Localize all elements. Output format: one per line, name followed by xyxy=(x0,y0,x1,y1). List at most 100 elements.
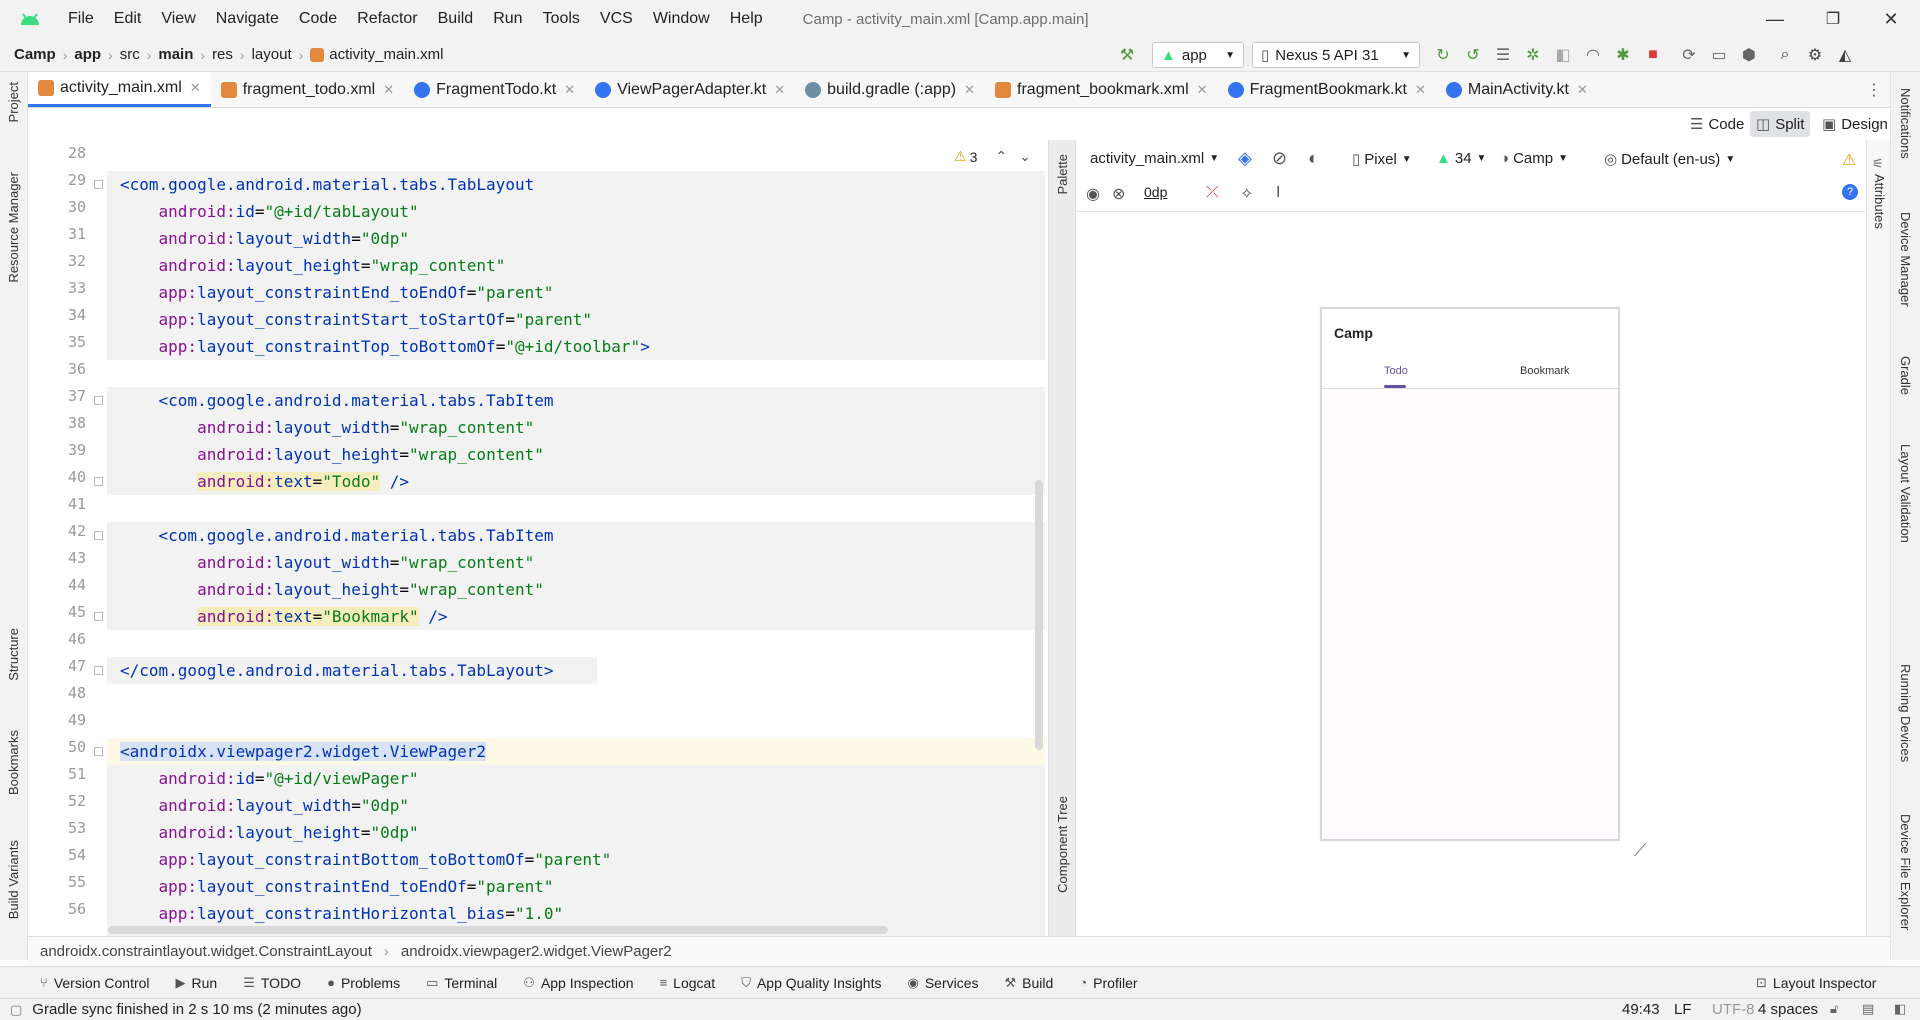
menu-run[interactable]: Run xyxy=(483,10,532,28)
layout-file-dropdown[interactable]: activity_main.xml ▼ xyxy=(1090,150,1219,167)
menu-window[interactable]: Window xyxy=(643,10,720,28)
run-config-dropdown[interactable]: ▲ app ▼ xyxy=(1152,42,1244,68)
menu-edit[interactable]: Edit xyxy=(104,10,152,28)
inspection-profile-icon[interactable]: ▤ xyxy=(1862,1001,1874,1017)
memory-icon[interactable]: ◧ xyxy=(1894,1001,1906,1017)
attach-process-icon[interactable]: ✱ xyxy=(1612,44,1634,66)
project-tool-button[interactable]: Project xyxy=(6,82,21,122)
orientation-icon[interactable]: ⊘ xyxy=(1272,148,1287,169)
tab-build-gradle[interactable]: build.gradle (:app) ✕ xyxy=(795,72,985,107)
device-file-explorer-tool-button[interactable]: Device File Explorer xyxy=(1898,814,1913,930)
updates-icon[interactable]: ◭ xyxy=(1834,44,1856,66)
phone-preview[interactable]: Camp Todo Bookmark xyxy=(1320,307,1620,841)
preview-tab-bookmark[interactable]: Bookmark xyxy=(1520,365,1570,377)
close-tab-icon[interactable]: ✕ xyxy=(1415,82,1426,98)
close-tab-icon[interactable]: ✕ xyxy=(383,82,394,98)
api-level-dropdown[interactable]: ▲ 34 ▼ xyxy=(1436,150,1486,167)
menu-tools[interactable]: Tools xyxy=(533,10,590,28)
debug-icon[interactable]: ✲ xyxy=(1522,44,1544,66)
attach-debugger-icon[interactable]: ◧ xyxy=(1552,44,1574,66)
tab-main-activity[interactable]: MainActivity.kt ✕ xyxy=(1436,72,1598,107)
vertical-scrollbar[interactable] xyxy=(1035,480,1043,750)
sync-list-icon[interactable]: ☰ xyxy=(1492,44,1514,66)
resource-manager-tool-button[interactable]: Resource Manager xyxy=(6,172,21,283)
crumb-src[interactable]: src xyxy=(120,46,140,63)
component-tree-tool-button[interactable]: Component Tree xyxy=(1055,796,1070,893)
menu-code[interactable]: Code xyxy=(289,10,347,28)
device-manager-icon[interactable]: ▭ xyxy=(1708,44,1730,66)
build-variants-tool-button[interactable]: Build Variants xyxy=(6,840,21,919)
fold-marker-icon[interactable] xyxy=(94,747,103,756)
caret-position[interactable]: 49:43 xyxy=(1622,1001,1660,1018)
eye-icon[interactable]: ◉ xyxy=(1086,184,1100,204)
crumb-res[interactable]: res xyxy=(212,46,233,63)
menu-vcs[interactable]: VCS xyxy=(590,10,643,28)
magnet-off-icon[interactable]: ⊗ xyxy=(1112,184,1125,204)
layout-validation-tool-button[interactable]: Layout Validation xyxy=(1898,444,1913,543)
menu-file[interactable]: File xyxy=(58,10,104,28)
crumb-project[interactable]: Camp xyxy=(14,46,56,63)
build-tool-button[interactable]: ⚒ Build xyxy=(1005,975,1054,991)
close-tab-icon[interactable]: ✕ xyxy=(1577,82,1588,98)
menu-navigate[interactable]: Navigate xyxy=(206,10,289,28)
device-preview-dropdown[interactable]: ▯ Pixel ▼ xyxy=(1352,150,1412,169)
fold-marker-icon[interactable] xyxy=(94,180,103,189)
gradle-tool-button[interactable]: Gradle xyxy=(1898,356,1913,395)
guidelines-icon[interactable]: Ι xyxy=(1276,184,1280,202)
more-tabs-icon[interactable]: ⋮ xyxy=(1866,72,1890,107)
infer-constraints-icon[interactable]: ✧ xyxy=(1240,184,1253,204)
default-margin-field[interactable]: 0dp xyxy=(1144,184,1167,200)
menu-view[interactable]: View xyxy=(151,10,205,28)
layout-inspector-tool-button[interactable]: ⊡ Layout Inspector xyxy=(1756,975,1876,991)
fold-marker-icon[interactable] xyxy=(94,531,103,540)
run-tool-button[interactable]: ▶ Run xyxy=(176,975,218,991)
close-window-button[interactable]: ✕ xyxy=(1862,0,1920,38)
chevron-up-icon[interactable]: ⌃ xyxy=(995,148,1007,165)
stop-icon[interactable]: ■ xyxy=(1642,44,1664,66)
code-mode-button[interactable]: ☰ Code xyxy=(1684,111,1750,137)
clear-constraints-icon[interactable]: ⤫ xyxy=(1206,184,1219,202)
profiler-tool-button[interactable]: ◔ Profiler xyxy=(1079,975,1137,991)
help-icon[interactable]: ? xyxy=(1842,184,1858,200)
menu-build[interactable]: Build xyxy=(428,10,484,28)
minimize-button[interactable]: — xyxy=(1746,0,1804,38)
version-control-tool-button[interactable]: ⑂ Version Control xyxy=(40,975,150,991)
fold-marker-icon[interactable] xyxy=(94,612,103,621)
hammer-build-icon[interactable]: ⚒ xyxy=(1116,44,1138,66)
tab-fragment-todo[interactable]: fragment_todo.xml ✕ xyxy=(211,72,404,107)
device-dropdown[interactable]: ▯ Nexus 5 API 31 ▼ xyxy=(1252,42,1420,68)
breadcrumb-constraint-layout[interactable]: androidx.constraintlayout.widget.Constra… xyxy=(40,943,372,960)
fold-marker-icon[interactable] xyxy=(94,666,103,675)
file-encoding[interactable]: UTF-8 xyxy=(1712,1001,1755,1018)
profile-icon[interactable]: ◠ xyxy=(1582,44,1604,66)
fold-marker-icon[interactable] xyxy=(94,477,103,486)
close-tab-icon[interactable]: ✕ xyxy=(564,82,575,98)
attributes-tool-button[interactable]: Attributes xyxy=(1872,174,1887,229)
line-separator[interactable]: LF xyxy=(1674,1001,1692,1018)
crumb-main[interactable]: main xyxy=(158,46,193,63)
code-editor[interactable]: 28 29 30 31 32 33 34 35 36 37 38 39 40 4… xyxy=(28,140,1048,936)
warning-icon[interactable]: ⚠ xyxy=(1842,150,1856,170)
apply-code-changes-icon[interactable]: ↺ xyxy=(1462,44,1484,66)
resize-handle-icon[interactable]: ⟋ xyxy=(1634,840,1656,862)
horizontal-scrollbar[interactable] xyxy=(108,926,888,934)
app-inspection-tool-button[interactable]: ⚇ App Inspection xyxy=(523,975,633,991)
apply-changes-icon[interactable]: ↻ xyxy=(1432,44,1454,66)
services-tool-button[interactable]: ◉ Services xyxy=(907,975,978,991)
preview-tab-todo[interactable]: Todo xyxy=(1384,365,1408,377)
layers-icon[interactable]: ◈ xyxy=(1238,148,1252,169)
terminal-tool-button[interactable]: ▭ Terminal xyxy=(426,975,497,991)
search-icon[interactable]: ⌕ xyxy=(1774,44,1796,66)
menu-refactor[interactable]: Refactor xyxy=(347,10,427,28)
lock-icon[interactable]: 🔓︎ xyxy=(1830,1001,1838,1017)
structure-tool-button[interactable]: Structure xyxy=(6,628,21,681)
design-mode-button[interactable]: ▣ Design xyxy=(1816,111,1894,137)
chevron-down-icon[interactable]: ⌄ xyxy=(1019,148,1031,165)
logcat-tool-button[interactable]: ≡ Logcat xyxy=(660,975,716,991)
toggle-tool-windows-icon[interactable]: ▢ xyxy=(10,1002,22,1018)
tab-fragment-bookmark[interactable]: fragment_bookmark.xml ✕ xyxy=(985,72,1218,107)
close-tab-icon[interactable]: ✕ xyxy=(774,82,785,98)
locale-dropdown[interactable]: ◎ Default (en-us) ▼ xyxy=(1604,150,1735,169)
bookmarks-tool-button[interactable]: Bookmarks xyxy=(6,730,21,795)
theme-dropdown[interactable]: ◑ Camp ▼ xyxy=(1500,150,1568,167)
